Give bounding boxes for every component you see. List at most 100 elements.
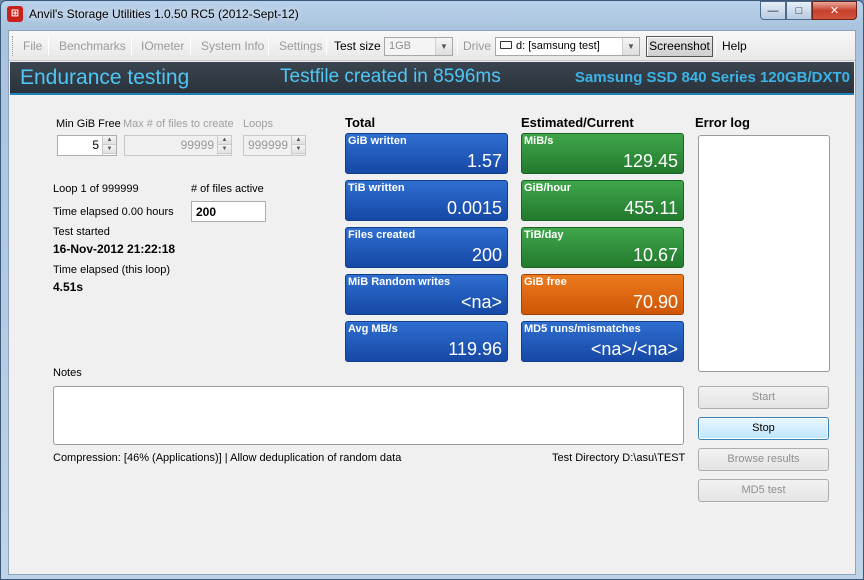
client-area: File Benchmarks IOmeter System Info Sett… xyxy=(8,30,856,575)
browse-results-button[interactable]: Browse results xyxy=(698,448,829,471)
loop-counter: Loop 1 of 999999 xyxy=(53,183,139,195)
menu-separator xyxy=(48,37,49,55)
min-gib-free-label: Min GiB Free xyxy=(56,118,121,130)
tile-files-created: Files created 200 xyxy=(345,227,508,268)
test-size-dropdown[interactable]: 1GB ▼ xyxy=(384,37,453,56)
tile-value: <na>/<na> xyxy=(590,339,678,359)
toolbar-grip[interactable] xyxy=(12,36,15,56)
test-size-label: Test size xyxy=(334,39,381,53)
menu-file[interactable]: File xyxy=(23,39,42,53)
menu-separator xyxy=(131,37,132,55)
chevron-down-icon[interactable]: ▼ xyxy=(435,38,452,55)
page-header: Endurance testing Testfile created in 85… xyxy=(10,62,854,95)
test-started-value: 16-Nov-2012 21:22:18 xyxy=(53,242,176,256)
test-started-label: Test started xyxy=(53,226,110,238)
page-title: Endurance testing xyxy=(20,66,190,89)
max-files-stepper[interactable]: 99999 ▲ ▼ xyxy=(124,135,232,156)
loops-value: 999999 xyxy=(247,138,288,152)
tile-label: GiB/hour xyxy=(524,182,572,194)
tile-value: <na> xyxy=(460,292,502,312)
tile-md5-runs: MD5 runs/mismatches <na>/<na> xyxy=(521,321,684,362)
files-active-label: # of files active xyxy=(191,183,264,195)
loops-label: Loops xyxy=(243,118,273,130)
menu-settings[interactable]: Settings xyxy=(279,39,322,53)
error-log-box[interactable] xyxy=(698,135,830,372)
tile-label: GiB free xyxy=(524,276,567,288)
tile-value: 1.57 xyxy=(466,151,502,171)
tile-label: TiB/day xyxy=(524,229,564,241)
tile-value: 129.45 xyxy=(622,151,678,171)
tile-label: GiB written xyxy=(348,135,407,147)
tile-value: 70.90 xyxy=(632,292,678,312)
stepper-down-icon[interactable]: ▼ xyxy=(218,145,231,154)
tile-value: 200 xyxy=(471,245,502,265)
close-button[interactable]: ✕ xyxy=(812,1,857,20)
window-controls: — □ ✕ xyxy=(760,1,857,20)
drive-icon xyxy=(500,41,512,50)
menu-separator xyxy=(190,37,191,55)
tile-label: Files created xyxy=(348,229,416,241)
maximize-button[interactable]: □ xyxy=(786,1,812,20)
min-gib-free-value: 5 xyxy=(92,138,99,152)
tile-avg-mbps: Avg MB/s 119.96 xyxy=(345,321,508,362)
loop-elapsed-value: 4.51s xyxy=(53,280,84,294)
tile-value: 0.0015 xyxy=(446,198,502,218)
tile-tib-written: TiB written 0.0015 xyxy=(345,180,508,221)
notes-label: Notes xyxy=(53,367,82,379)
status-message: Testfile created in 8596ms xyxy=(280,66,501,87)
drive-value: d: [samsung test] xyxy=(516,40,600,52)
tile-value: 119.96 xyxy=(448,339,502,359)
loops-stepper[interactable]: 999999 ▲ ▼ xyxy=(243,135,306,156)
start-button[interactable]: Start xyxy=(698,386,829,409)
menu-bar: File Benchmarks IOmeter System Info Sett… xyxy=(9,31,855,61)
stepper-buttons: ▲ ▼ xyxy=(291,136,305,155)
tile-gib-per-hour: GiB/hour 455.11 xyxy=(521,180,684,221)
compression-info: Compression: [46% (Applications)] | Allo… xyxy=(53,452,402,464)
error-log-heading: Error log xyxy=(695,115,750,130)
chevron-down-icon[interactable]: ▼ xyxy=(622,38,639,55)
notes-field[interactable] xyxy=(53,386,684,445)
screenshot-button[interactable]: Screenshot xyxy=(646,36,713,57)
current-heading: Estimated/Current xyxy=(521,115,634,130)
drive-dropdown[interactable]: d: [samsung test] ▼ xyxy=(495,37,640,56)
tile-label: Avg MB/s xyxy=(348,323,398,335)
time-elapsed-hours: Time elapsed 0.00 hours xyxy=(53,206,174,218)
stepper-up-icon[interactable]: ▲ xyxy=(218,136,231,145)
tile-value: 10.67 xyxy=(632,245,678,265)
md5-test-button[interactable]: MD5 test xyxy=(698,479,829,502)
drive-label: Drive xyxy=(463,39,492,53)
tile-gib-written: GiB written 1.57 xyxy=(345,133,508,174)
menu-separator xyxy=(326,37,327,55)
max-files-value: 99999 xyxy=(180,138,214,152)
menu-help[interactable]: Help xyxy=(722,39,747,53)
stepper-down-icon[interactable]: ▼ xyxy=(103,145,116,154)
tile-random-writes: MiB Random writes <na> xyxy=(345,274,508,315)
totals-heading: Total xyxy=(345,115,376,130)
drive-model: Samsung SSD 840 Series 120GB/DXT0 xyxy=(574,69,850,86)
menu-system-info[interactable]: System Info xyxy=(201,39,264,53)
tile-value: 455.11 xyxy=(624,198,678,218)
minimize-button[interactable]: — xyxy=(760,1,786,20)
stepper-up-icon[interactable]: ▲ xyxy=(292,136,305,145)
stop-button[interactable]: Stop xyxy=(698,417,829,440)
tile-gib-free: GiB free 70.90 xyxy=(521,274,684,315)
menu-separator xyxy=(457,37,458,55)
loop-elapsed-label: Time elapsed (this loop) xyxy=(53,264,170,276)
stepper-up-icon[interactable]: ▲ xyxy=(103,136,116,145)
tile-label: MiB/s xyxy=(524,135,554,147)
min-gib-free-stepper[interactable]: 5 ▲ ▼ xyxy=(57,135,117,156)
app-window: ⊞ Anvil's Storage Utilities 1.0.50 RC5 (… xyxy=(0,0,864,580)
stepper-buttons: ▲ ▼ xyxy=(217,136,231,155)
menu-separator xyxy=(268,37,269,55)
app-icon[interactable]: ⊞ xyxy=(7,6,23,22)
tile-tib-per-day: TiB/day 10.67 xyxy=(521,227,684,268)
tile-label: MD5 runs/mismatches xyxy=(524,323,641,335)
stepper-down-icon[interactable]: ▼ xyxy=(292,145,305,154)
files-active-field[interactable]: 200 xyxy=(191,201,266,222)
title-bar[interactable]: ⊞ Anvil's Storage Utilities 1.0.50 RC5 (… xyxy=(1,1,863,29)
tile-label: TiB written xyxy=(348,182,405,194)
menu-iometer[interactable]: IOmeter xyxy=(141,39,184,53)
tile-mib-per-sec: MiB/s 129.45 xyxy=(521,133,684,174)
menu-benchmarks[interactable]: Benchmarks xyxy=(59,39,126,53)
test-directory: Test Directory D:\asu\TEST xyxy=(552,452,686,464)
